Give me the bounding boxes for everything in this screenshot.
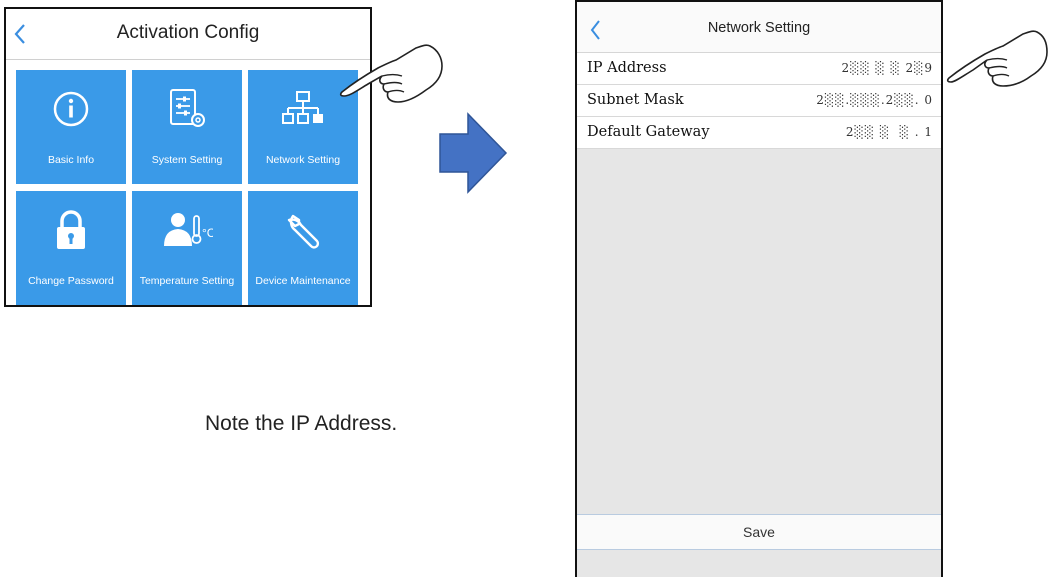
instruction-note: Note the IP Address. xyxy=(205,412,398,435)
subnet-mask-value: 2░░.░░░.2░░. 0 xyxy=(816,93,933,107)
network-settings-list: IP Address 2░░ ░ ░ 2░9 Subnet Mask 2░░.░… xyxy=(577,53,941,149)
tile-label: Network Setting xyxy=(265,154,341,166)
default-gateway-row[interactable]: Default Gateway 2░░ ░ ░ . 1 xyxy=(577,117,941,149)
save-button[interactable]: Save xyxy=(577,524,941,540)
default-gateway-value: 2░░ ░ ░ . 1 xyxy=(845,125,933,139)
activation-config-panel: Activation Config Basic Info System Sett… xyxy=(4,7,372,307)
settings-sliders-icon xyxy=(132,84,242,134)
tile-label: Change Password xyxy=(28,275,114,287)
person-thermometer-icon: °C xyxy=(132,205,242,255)
wrench-icon xyxy=(248,205,358,255)
svg-text:°C: °C xyxy=(202,226,213,240)
pointing-hand-icon xyxy=(339,44,443,103)
tile-label: System Setting xyxy=(151,154,223,166)
tile-system-setting[interactable]: System Setting xyxy=(132,70,242,184)
setting-label: Subnet Mask xyxy=(587,92,684,108)
ip-address-value: 2░░ ░ ░ 2░9 xyxy=(841,61,933,75)
tile-basic-info[interactable]: Basic Info xyxy=(16,70,126,184)
pointing-hand-icon xyxy=(946,30,1048,87)
tile-label: Basic Info xyxy=(47,154,95,166)
tile-device-maintenance[interactable]: Device Maintenance xyxy=(248,191,358,305)
tile-label: Device Maintenance xyxy=(255,275,351,287)
config-tiles-grid: Basic Info System Setting Network Settin… xyxy=(6,59,370,305)
network-setting-screen: Network Setting IP Address 2░░ ░ ░ 2░9 S… xyxy=(575,0,943,577)
network-setting-header: Network Setting xyxy=(577,2,941,53)
tile-temperature-setting[interactable]: °C Temperature Setting xyxy=(132,191,242,305)
lock-icon xyxy=(16,205,126,255)
ip-address-row[interactable]: IP Address 2░░ ░ ░ 2░9 xyxy=(577,53,941,85)
save-bar: Save xyxy=(577,514,941,550)
page-title: Network Setting xyxy=(707,20,811,36)
tile-change-password[interactable]: Change Password xyxy=(16,191,126,305)
activation-config-header: Activation Config xyxy=(6,9,370,60)
setting-label: IP Address xyxy=(587,60,667,76)
tile-label: Temperature Setting xyxy=(139,275,235,287)
info-icon xyxy=(16,84,126,134)
subnet-mask-row[interactable]: Subnet Mask 2░░.░░░.2░░. 0 xyxy=(577,85,941,117)
right-arrow-icon xyxy=(439,112,508,194)
setting-label: Default Gateway xyxy=(587,124,710,140)
page-title: Activation Config xyxy=(116,22,260,43)
